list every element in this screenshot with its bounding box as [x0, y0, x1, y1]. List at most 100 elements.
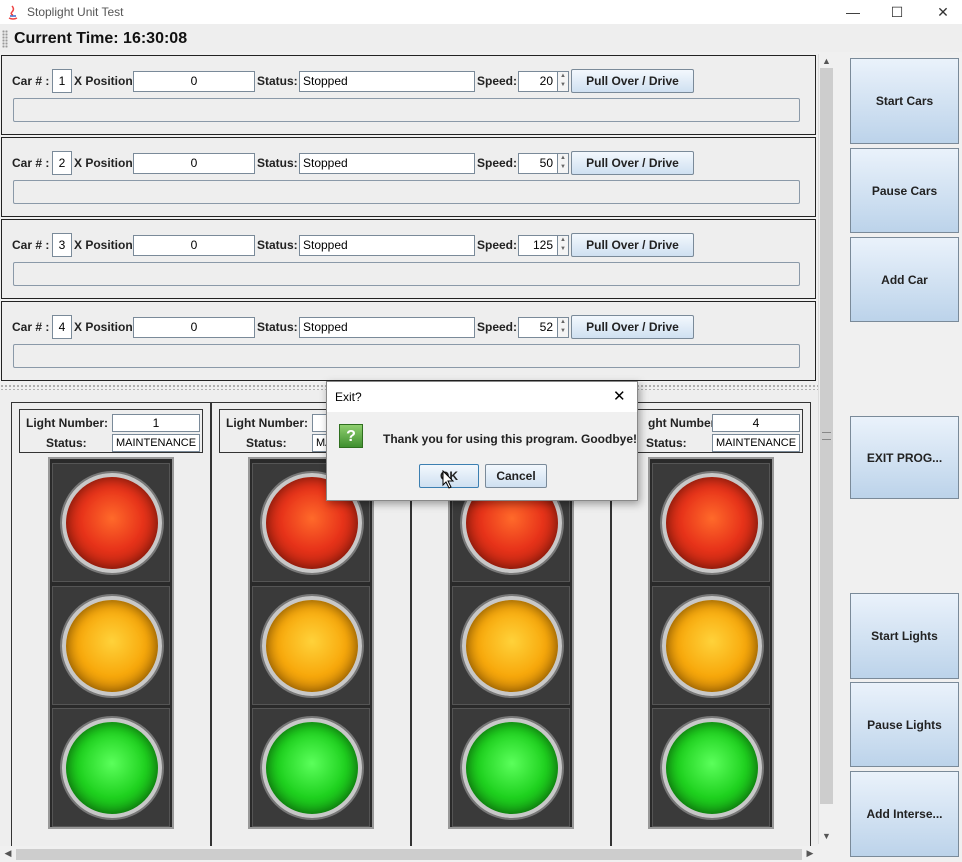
window-title: Stoplight Unit Test	[27, 5, 124, 19]
light-status-field[interactable]: MAINTENANCE	[712, 434, 800, 452]
title-bar: Stoplight Unit Test — ☐ ✕	[0, 0, 962, 24]
speed-spinner[interactable]: ▲ ▼	[558, 153, 569, 174]
speed-label: Speed:	[477, 74, 518, 88]
x-position-label: X Position:	[74, 238, 137, 252]
light-number-label: ght Number:	[648, 416, 720, 430]
dialog-message: Thank you for using this program. Goodby…	[383, 432, 638, 446]
spinner-up-icon[interactable]: ▲	[558, 318, 568, 327]
pause-lights-button[interactable]: Pause Lights	[850, 682, 959, 767]
x-position-label: X Position:	[74, 74, 137, 88]
traffic-light	[448, 457, 574, 829]
car-progress-bar	[13, 180, 800, 204]
close-window-button[interactable]: ✕	[920, 0, 962, 24]
spinner-down-icon[interactable]: ▼	[558, 327, 568, 336]
speed-spinner[interactable]: ▲ ▼	[558, 235, 569, 256]
exit-program-button[interactable]: EXIT PROG...	[850, 416, 959, 499]
pull-over-drive-button[interactable]: Pull Over / Drive	[571, 233, 694, 257]
light-status-field[interactable]: MAINTENANCE	[112, 434, 200, 452]
start-cars-button[interactable]: Start Cars	[850, 58, 959, 144]
question-icon: ?	[339, 424, 363, 448]
light-status-label: Status:	[246, 436, 287, 450]
x-position-field[interactable]: 0	[133, 235, 255, 256]
x-position-field[interactable]: 0	[133, 317, 255, 338]
light-number-field[interactable]: 1	[112, 414, 200, 432]
speed-label: Speed:	[477, 320, 518, 334]
speed-field[interactable]: 52	[518, 317, 558, 338]
spinner-up-icon[interactable]: ▲	[558, 72, 568, 81]
pull-over-drive-button[interactable]: Pull Over / Drive	[571, 315, 694, 339]
toolbar-grip-icon[interactable]	[2, 30, 8, 48]
car-number-field[interactable]: 1	[52, 69, 72, 93]
yellow-lamp	[662, 596, 762, 696]
light-info-box: ght Number: 4 Status: MAINTENANCE	[619, 409, 803, 453]
status-label: Status:	[257, 320, 298, 334]
car-number-field[interactable]: 3	[52, 233, 72, 257]
add-car-button[interactable]: Add Car	[850, 237, 959, 322]
light-number-label: Light Number:	[226, 416, 308, 430]
status-field[interactable]: Stopped	[299, 235, 475, 256]
scroll-down-icon[interactable]: ▼	[820, 831, 833, 841]
scroll-right-icon[interactable]: ▶	[804, 848, 816, 859]
green-lamp	[662, 718, 762, 818]
green-lamp	[262, 718, 362, 818]
spinner-down-icon[interactable]: ▼	[558, 245, 568, 254]
scroll-left-icon[interactable]: ◀	[2, 848, 14, 859]
speed-label: Speed:	[477, 238, 518, 252]
pull-over-drive-button[interactable]: Pull Over / Drive	[571, 69, 694, 93]
speed-field[interactable]: 20	[518, 71, 558, 92]
dialog-title-bar: Exit? ✕	[327, 382, 637, 412]
green-lamp	[62, 718, 162, 818]
pause-cars-button[interactable]: Pause Cars	[850, 148, 959, 233]
horizontal-scroll-thumb[interactable]	[16, 849, 802, 860]
car-progress-bar	[13, 262, 800, 286]
current-time-label: Current Time: 16:30:08	[14, 30, 188, 47]
status-field[interactable]: Stopped	[299, 71, 475, 92]
car-number-label: Car # :	[12, 320, 50, 334]
status-field[interactable]: Stopped	[299, 153, 475, 174]
maximize-button[interactable]: ☐	[874, 0, 920, 24]
pull-over-drive-button[interactable]: Pull Over / Drive	[571, 151, 694, 175]
yellow-lamp	[262, 596, 362, 696]
car-number-field[interactable]: 4	[52, 315, 72, 339]
car-number-label: Car # :	[12, 156, 50, 170]
scroll-grip-icon	[822, 432, 831, 440]
car-panel: Car # : 3 X Position: 0 Status: Stopped …	[1, 219, 816, 299]
red-lamp	[62, 473, 162, 573]
spinner-down-icon[interactable]: ▼	[558, 163, 568, 172]
car-panel: Car # : 2 X Position: 0 Status: Stopped …	[1, 137, 816, 217]
light-column: ght Number: 4 Status: MAINTENANCE	[611, 402, 811, 848]
speed-spinner[interactable]: ▲ ▼	[558, 317, 569, 338]
speed-field[interactable]: 50	[518, 153, 558, 174]
spinner-down-icon[interactable]: ▼	[558, 81, 568, 90]
traffic-light	[48, 457, 174, 829]
status-field[interactable]: Stopped	[299, 317, 475, 338]
dialog-title: Exit?	[335, 390, 362, 404]
green-lamp	[462, 718, 562, 818]
light-column: Light Number: 1 Status: MAINTENANCE	[11, 402, 211, 848]
speed-spinner[interactable]: ▲ ▼	[558, 71, 569, 92]
light-number-field[interactable]: 4	[712, 414, 800, 432]
dialog-close-icon[interactable]: ✕	[613, 387, 626, 405]
car-progress-bar	[13, 344, 800, 368]
mouse-cursor-icon	[442, 469, 455, 493]
red-lamp	[662, 473, 762, 573]
light-status-label: Status:	[646, 436, 687, 450]
start-lights-button[interactable]: Start Lights	[850, 593, 959, 679]
light-info-box: Light Number: 1 Status: MAINTENANCE	[19, 409, 203, 453]
speed-field[interactable]: 125	[518, 235, 558, 256]
light-number-label: Light Number:	[26, 416, 108, 430]
scroll-up-icon[interactable]: ▲	[820, 56, 833, 66]
x-position-field[interactable]: 0	[133, 71, 255, 92]
spinner-up-icon[interactable]: ▲	[558, 236, 568, 245]
car-progress-bar	[13, 98, 800, 122]
spinner-up-icon[interactable]: ▲	[558, 154, 568, 163]
x-position-field[interactable]: 0	[133, 153, 255, 174]
car-panel: Car # : 1 X Position: 0 Status: Stopped …	[1, 55, 816, 135]
java-app-icon	[6, 4, 20, 20]
cancel-button[interactable]: Cancel	[485, 464, 547, 488]
speed-label: Speed:	[477, 156, 518, 170]
add-intersection-button[interactable]: Add Interse...	[850, 771, 959, 857]
minimize-button[interactable]: —	[830, 0, 876, 24]
car-number-field[interactable]: 2	[52, 151, 72, 175]
x-position-label: X Position:	[74, 156, 137, 170]
